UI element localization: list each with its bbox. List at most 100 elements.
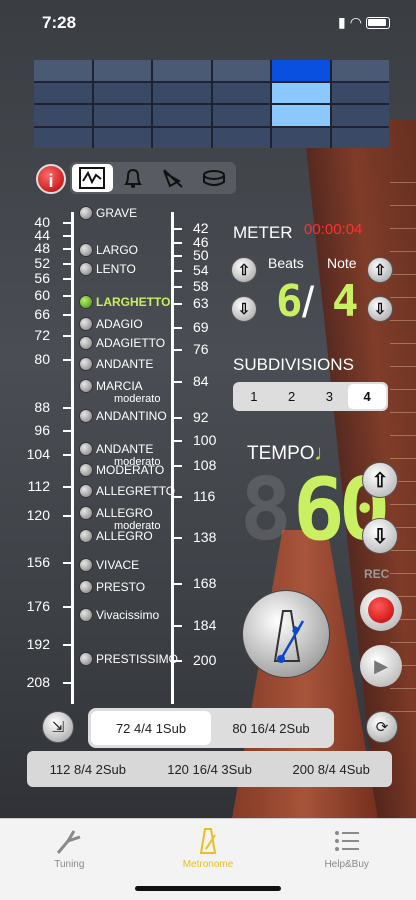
tempo-name-item[interactable]: ADAGIETTO (79, 336, 165, 350)
tick-mark (63, 314, 71, 316)
mode-drum-button[interactable] (194, 164, 235, 192)
mode-mute-button[interactable] (153, 164, 194, 192)
tempo-name-item[interactable]: PRESTISSIMO (79, 652, 178, 666)
beat-cell-active[interactable] (272, 82, 330, 103)
beat-cell[interactable] (34, 82, 92, 103)
beat-cell[interactable] (212, 127, 270, 148)
tempo-name-item[interactable]: ANDANTINO (79, 409, 167, 423)
tick-mark (63, 263, 71, 265)
record-icon (368, 597, 394, 623)
radio-ball-icon (79, 484, 93, 498)
mode-bell-button[interactable] (113, 164, 154, 192)
tempo-mark-left: 156 (26, 554, 50, 570)
save-preset-button[interactable]: ⇲ (42, 711, 74, 743)
tick-mark (63, 222, 71, 224)
tempo-mark-right: 108 (193, 457, 217, 473)
beats-up-button[interactable]: ⇧ (231, 257, 257, 283)
beat-cell[interactable] (93, 105, 151, 126)
preset-option[interactable]: 112 8/4 2Sub (27, 751, 149, 787)
beat-grid[interactable] (34, 60, 389, 148)
tempo-up-button[interactable]: ⇧ (362, 462, 398, 498)
tempo-mark-left: 80 (34, 351, 50, 367)
refresh-presets-button[interactable]: ⟳ (366, 711, 398, 743)
beat-cell[interactable] (93, 127, 151, 148)
tempo-name-item[interactable]: ANDANTE (79, 357, 153, 371)
tempo-name-item[interactable]: GRAVE (79, 206, 137, 220)
tempo-name-label: ALLEGRO (96, 506, 153, 520)
beat-cell[interactable] (93, 60, 151, 81)
beat-cell[interactable] (153, 82, 211, 103)
tempo-name-item[interactable]: LARGO (79, 243, 138, 257)
tempo-mark-right: 92 (193, 409, 209, 425)
beat-cell[interactable] (212, 60, 270, 81)
tick-mark (63, 606, 71, 608)
preset-option[interactable]: 80 16/4 2Sub (211, 711, 331, 745)
tempo-name-label: LARGO (96, 243, 139, 257)
tempo-name-item[interactable]: Vivacissimo (79, 608, 159, 622)
beat-cell[interactable] (331, 60, 389, 81)
preset-option[interactable]: 120 16/4 3Sub (149, 751, 271, 787)
note-label: Note (327, 255, 357, 271)
tempo-name-item[interactable]: MODERATO (79, 463, 164, 477)
subdivision-option-2[interactable]: 2 (273, 384, 311, 409)
record-button[interactable] (360, 589, 402, 631)
mute-bell-icon (163, 169, 183, 188)
tab-help-buy[interactable]: Help&Buy (277, 819, 416, 900)
beat-cell[interactable] (212, 82, 270, 103)
subdivision-option-1[interactable]: 1 (235, 384, 273, 409)
note-down-button[interactable]: ⇩ (367, 296, 393, 322)
beats-down-button[interactable]: ⇩ (231, 296, 257, 322)
tab-label: Tuning (54, 859, 85, 870)
beat-cell[interactable] (153, 127, 211, 148)
play-button[interactable]: ▶ (360, 645, 402, 687)
tempo-name-item[interactable]: MARCIA (79, 379, 143, 393)
tempo-name-item[interactable]: VIVACE (79, 558, 139, 572)
tempo-name-item[interactable]: LENTO (79, 262, 136, 276)
radio-ball-icon (79, 409, 93, 423)
radio-ball-icon (79, 206, 93, 220)
tempo-mark-left: 208 (26, 674, 50, 690)
tempo-name-item[interactable]: LARGHETTO (79, 295, 170, 309)
tempo-name-label: ALLEGRETTO (96, 484, 176, 498)
radio-ball-icon (79, 243, 93, 257)
radio-ball-icon (79, 357, 93, 371)
list-icon (334, 831, 359, 851)
beat-cell[interactable] (93, 82, 151, 103)
tempo-down-button[interactable]: ⇩ (362, 518, 398, 554)
beat-cell-active[interactable] (272, 60, 330, 81)
note-up-button[interactable]: ⇧ (367, 257, 393, 283)
preset-option[interactable]: 72 4/4 1Sub (91, 711, 211, 745)
beat-cell[interactable] (331, 105, 389, 126)
beat-cell[interactable] (34, 105, 92, 126)
arrow-down-icon: ⇩ (371, 525, 389, 548)
preset-option[interactable]: 200 8/4 4Sub (270, 751, 392, 787)
mode-waveform-button[interactable] (72, 164, 113, 192)
beat-cell[interactable] (34, 127, 92, 148)
tempo-name-item[interactable]: ADAGIO (79, 317, 143, 331)
beat-cell[interactable] (331, 127, 389, 148)
beat-cell[interactable] (153, 60, 211, 81)
subdivision-option-4[interactable]: 4 (348, 384, 386, 409)
tempo-name-item[interactable]: ALLEGRO (79, 529, 153, 543)
tab-tuning[interactable]: Tuning (0, 819, 139, 900)
beat-cell-active[interactable] (272, 105, 330, 126)
subdivision-option-3[interactable]: 3 (311, 384, 349, 409)
start-stop-button[interactable] (242, 590, 330, 678)
beat-cell[interactable] (34, 60, 92, 81)
tempo-name-label: ADAGIETTO (96, 336, 166, 350)
tempo-mark-left: 120 (26, 507, 50, 523)
tempo-mark-left: 52 (34, 255, 50, 271)
beat-cell[interactable] (272, 127, 330, 148)
beat-cell[interactable] (212, 105, 270, 126)
tempo-name-sublabel: moderato (114, 393, 161, 405)
beat-cell[interactable] (331, 82, 389, 103)
tempo-name-item[interactable]: PRESTO (79, 580, 145, 594)
beat-cell[interactable] (153, 105, 211, 126)
tempo-name-item[interactable]: ALLEGRETTO (79, 484, 175, 498)
beats-display: 6 (276, 276, 303, 327)
tick-mark (63, 430, 71, 432)
info-button[interactable]: i (36, 164, 66, 194)
tempo-name-item[interactable]: ANDANTE (79, 442, 153, 456)
tempo-name-item[interactable]: ALLEGRO (79, 506, 153, 520)
radio-ball-icon (79, 608, 93, 622)
